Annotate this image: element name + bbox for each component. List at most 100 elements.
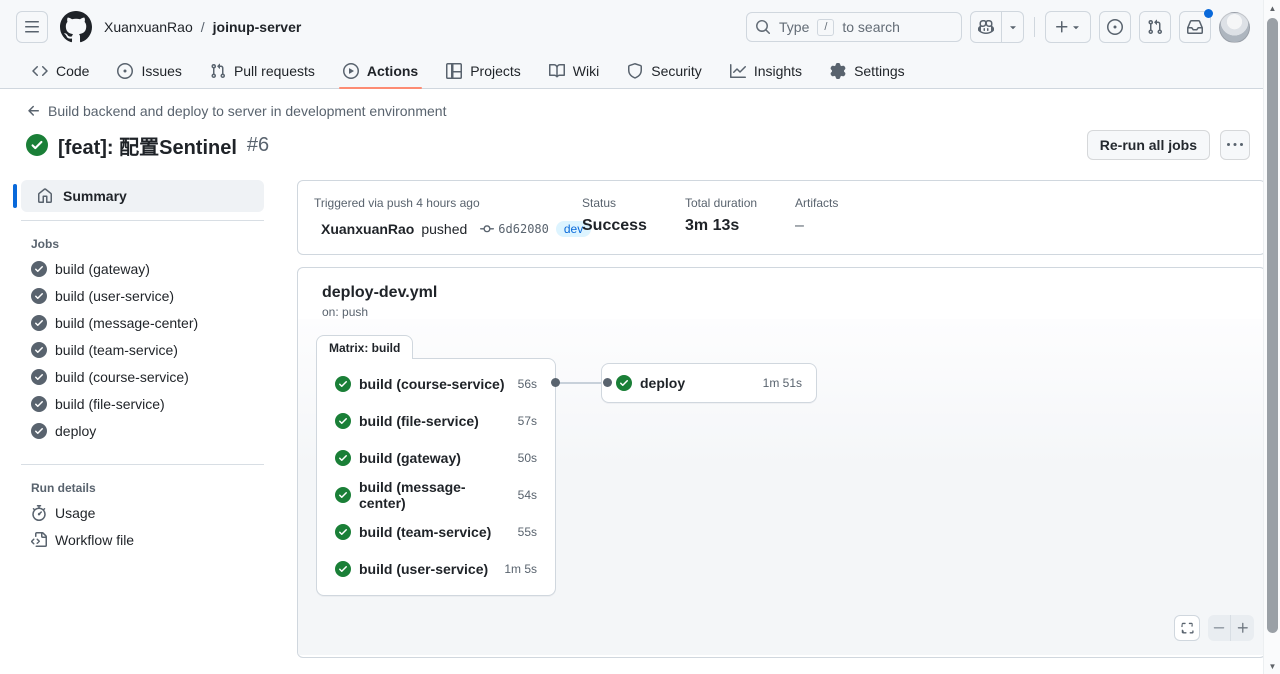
inbox-icon	[1187, 19, 1203, 35]
issue-opened-icon	[117, 63, 133, 79]
tab-insights[interactable]: Insights	[722, 54, 810, 88]
commit-sha: 6d62080	[498, 222, 549, 236]
actor-name[interactable]: XuanxuanRao	[321, 221, 414, 237]
back-to-workflow-link[interactable]: Build backend and deploy to server in de…	[26, 103, 446, 119]
job-label: build (file-service)	[55, 396, 165, 412]
tab-label: Security	[651, 63, 702, 79]
sidebar-item-workflow-file[interactable]: Workflow file	[13, 526, 264, 553]
success-check-icon	[31, 423, 47, 439]
zoom-control	[1208, 615, 1254, 641]
search-icon	[755, 19, 771, 35]
graph-job-build-message-center[interactable]: build (message-center) 54s	[317, 476, 555, 513]
scrollbar-up-arrow[interactable]: ▲	[1264, 0, 1280, 16]
run-title: [feat]: 配置Sentinel	[58, 131, 237, 160]
tab-label: Issues	[141, 63, 181, 79]
job-duration: 1m 51s	[763, 376, 802, 390]
fullscreen-button[interactable]	[1174, 615, 1200, 641]
user-avatar[interactable]	[1219, 12, 1250, 43]
run-sidebar: Summary Jobs build (gateway) build (user…	[12, 180, 264, 658]
play-icon	[343, 63, 359, 79]
scrollbar-thumb[interactable]	[1267, 18, 1278, 633]
shield-icon	[627, 63, 643, 79]
sidebar-job-build-user-service[interactable]: build (user-service)	[13, 282, 264, 309]
notifications-inbox-button[interactable]	[1179, 11, 1211, 43]
sidebar-job-build-file-service[interactable]: build (file-service)	[13, 390, 264, 417]
graph-icon	[730, 63, 746, 79]
breadcrumb-repo-link[interactable]: joinup-server	[213, 19, 302, 35]
usage-label: Usage	[55, 505, 95, 521]
tab-actions[interactable]: Actions	[335, 54, 426, 88]
copilot-button[interactable]	[970, 11, 1002, 43]
project-icon	[446, 63, 462, 79]
chevron-down-icon	[1007, 21, 1019, 33]
tab-label: Insights	[754, 63, 802, 79]
success-check-icon	[31, 288, 47, 304]
pull-requests-global-button[interactable]	[1139, 11, 1171, 43]
graph-job-build-gateway[interactable]: build (gateway)50s	[317, 439, 555, 476]
graph-job-build-team-service[interactable]: build (team-service)55s	[317, 513, 555, 550]
sidebar-item-usage[interactable]: Usage	[13, 499, 264, 526]
home-icon	[37, 188, 53, 204]
job-duration: 50s	[518, 451, 537, 465]
sidebar-job-deploy[interactable]: deploy	[13, 417, 264, 444]
sidebar-job-build-message-center[interactable]: build (message-center)	[13, 309, 264, 336]
tab-security[interactable]: Security	[619, 54, 710, 88]
run-summary-card: Triggered via push 4 hours ago XuanxuanR…	[297, 180, 1266, 255]
zoom-out-button[interactable]	[1208, 615, 1231, 641]
three-bars-icon	[24, 19, 40, 35]
tab-label: Code	[56, 63, 89, 79]
tab-issues[interactable]: Issues	[109, 54, 189, 88]
copilot-dropdown-button[interactable]	[1002, 11, 1024, 43]
tab-settings[interactable]: Settings	[822, 54, 913, 88]
commit-link[interactable]: 6d62080	[480, 222, 549, 236]
graph-job-build-user-service[interactable]: build (user-service)1m 5s	[317, 550, 555, 587]
file-code-icon	[31, 532, 47, 548]
success-check-icon	[335, 413, 351, 429]
workflow-name-label: Build backend and deploy to server in de…	[48, 103, 446, 119]
graph-job-build-file-service[interactable]: build (file-service)57s	[317, 402, 555, 439]
issues-global-button[interactable]	[1099, 11, 1131, 43]
breadcrumb-owner-link[interactable]: XuanxuanRao	[104, 19, 193, 35]
workflow-trigger: on: push	[322, 305, 1241, 319]
unread-notification-dot	[1204, 9, 1213, 18]
sidebar-job-build-course-service[interactable]: build (course-service)	[13, 363, 264, 390]
tab-code[interactable]: Code	[24, 54, 97, 88]
sidebar-job-build-team-service[interactable]: build (team-service)	[13, 336, 264, 363]
tab-label: Actions	[367, 63, 418, 79]
workflow-file-name: deploy-dev.yml	[322, 284, 1241, 302]
matrix-build-tab: Matrix: build	[316, 335, 413, 359]
tab-pull-requests[interactable]: Pull requests	[202, 54, 323, 88]
tab-label: Pull requests	[234, 63, 315, 79]
success-check-icon	[335, 376, 351, 392]
success-check-icon	[335, 524, 351, 540]
status-label: Status	[582, 196, 685, 210]
graph-job-deploy[interactable]: deploy 1m 51s	[601, 363, 817, 403]
copilot-split-button	[970, 11, 1024, 43]
dash-icon	[1212, 621, 1226, 635]
hamburger-menu-button[interactable]	[16, 11, 48, 43]
rerun-all-jobs-button[interactable]: Re-run all jobs	[1087, 130, 1210, 160]
zoom-in-button[interactable]	[1231, 615, 1254, 641]
job-label: build (message-center)	[55, 315, 198, 331]
workflow-graph-canvas[interactable]: Matrix: build build (course-service)56s …	[298, 319, 1265, 655]
success-check-icon	[335, 487, 351, 503]
sidebar-item-summary[interactable]: Summary	[21, 180, 264, 212]
screen-full-icon	[1180, 621, 1194, 635]
job-name: build (message-center)	[359, 479, 510, 511]
graph-job-build-course-service[interactable]: build (course-service)56s	[317, 365, 555, 402]
scrollbar-down-arrow[interactable]: ▼	[1264, 658, 1280, 674]
create-new-button[interactable]	[1045, 11, 1091, 43]
github-logo[interactable]	[60, 11, 92, 43]
duration-label: Total duration	[685, 196, 795, 210]
status-value: Success	[582, 217, 685, 235]
stopwatch-icon	[31, 505, 47, 521]
job-name: build (file-service)	[359, 413, 479, 429]
tab-projects[interactable]: Projects	[438, 54, 529, 88]
run-options-kebab-button[interactable]	[1220, 130, 1250, 160]
search-input[interactable]: Type / to search	[746, 12, 962, 42]
tab-wiki[interactable]: Wiki	[541, 54, 607, 88]
job-duration: 54s	[518, 488, 537, 502]
sidebar-job-build-gateway[interactable]: build (gateway)	[13, 255, 264, 282]
job-name: build (user-service)	[359, 561, 488, 577]
jobs-heading: Jobs	[13, 231, 264, 255]
